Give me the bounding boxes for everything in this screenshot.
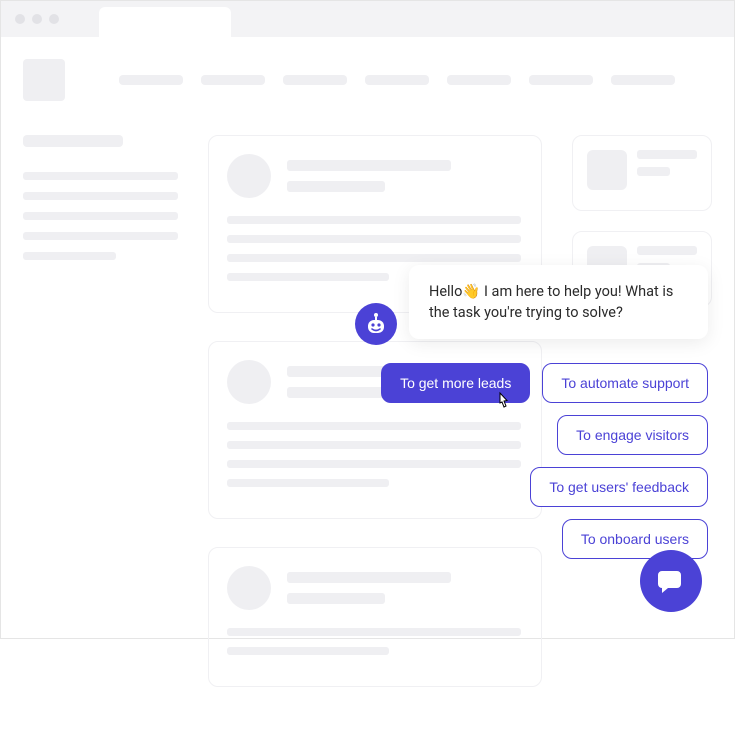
quick-reply-button[interactable]: To automate support <box>542 363 708 403</box>
cursor-pointer-icon <box>495 391 513 416</box>
window-minimize-dot[interactable] <box>32 14 42 24</box>
quick-reply-button[interactable]: To get users' feedback <box>530 467 708 507</box>
sidebar-line-placeholder <box>23 192 178 200</box>
nav-item-placeholder <box>119 75 183 85</box>
sidebar-title-placeholder <box>23 135 123 147</box>
line-placeholder <box>637 150 697 159</box>
robot-icon <box>363 311 389 337</box>
avatar-placeholder <box>227 566 271 610</box>
avatar-placeholder <box>227 360 271 404</box>
post-title-placeholder <box>287 572 451 583</box>
post-line-placeholder <box>227 647 389 655</box>
chat-overlay: Hello👋 I am here to help you! What is th… <box>355 265 708 559</box>
sidebar-line-placeholder <box>23 232 178 240</box>
sidebar-line-placeholder <box>23 212 178 220</box>
left-sidebar <box>23 135 178 715</box>
bot-avatar <box>355 303 397 345</box>
nav-item-placeholder <box>283 75 347 85</box>
nav-bar <box>119 75 675 85</box>
logo-placeholder <box>23 59 65 101</box>
post-subtitle-placeholder <box>287 593 385 604</box>
wave-emoji-icon: 👋 <box>462 283 480 300</box>
bot-message-bubble: Hello👋 I am here to help you! What is th… <box>409 265 708 339</box>
thumbnail-placeholder <box>587 150 627 190</box>
nav-item-placeholder <box>201 75 265 85</box>
chat-icon <box>656 566 686 596</box>
post-line-placeholder <box>227 216 521 224</box>
nav-item-placeholder <box>611 75 675 85</box>
quick-replies: To get more leads To automate support To e… <box>355 363 708 559</box>
nav-item-placeholder <box>365 75 429 85</box>
post-title-placeholder <box>287 160 451 171</box>
page-header <box>23 59 712 101</box>
sidebar-line-placeholder <box>23 172 178 180</box>
post-line-placeholder <box>227 628 521 636</box>
right-card <box>572 135 712 211</box>
chat-launcher-button[interactable] <box>640 550 702 612</box>
post-card <box>208 547 542 687</box>
post-line-placeholder <box>227 254 521 262</box>
post-subtitle-placeholder <box>287 181 385 192</box>
quick-reply-button[interactable]: To get more leads <box>381 363 530 403</box>
nav-item-placeholder <box>529 75 593 85</box>
window-controls <box>15 14 59 24</box>
browser-window: Hello👋 I am here to help you! What is th… <box>0 0 735 639</box>
line-placeholder <box>637 167 670 176</box>
post-line-placeholder <box>227 235 521 243</box>
browser-top-bar <box>1 1 734 37</box>
line-placeholder <box>637 246 697 255</box>
nav-item-placeholder <box>447 75 511 85</box>
sidebar-line-placeholder <box>23 252 116 260</box>
browser-tab[interactable] <box>99 7 231 39</box>
window-close-dot[interactable] <box>15 14 25 24</box>
bot-message-prefix: Hello <box>429 283 462 300</box>
avatar-placeholder <box>227 154 271 198</box>
window-maximize-dot[interactable] <box>49 14 59 24</box>
quick-reply-button[interactable]: To engage visitors <box>557 415 708 455</box>
